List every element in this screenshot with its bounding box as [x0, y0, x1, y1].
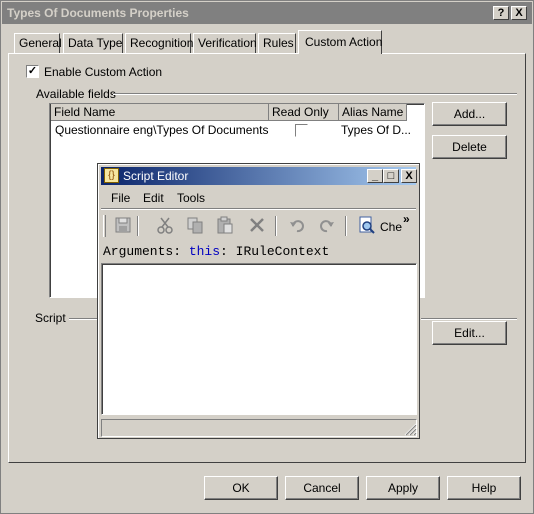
edit-script-button[interactable]: Edit... — [432, 321, 507, 345]
check-button-label[interactable]: Che — [380, 220, 402, 234]
title-bar[interactable]: Types Of Documents Properties ? X — [2, 2, 532, 24]
enable-custom-action-label: Enable Custom Action — [44, 65, 163, 79]
menu-separator — [101, 208, 416, 210]
script-editor-window: {} Script Editor _ □ X File Edit Tools C… — [97, 163, 420, 439]
enable-custom-action-checkbox[interactable]: ✓ — [26, 65, 39, 78]
apply-button[interactable]: Apply — [366, 476, 440, 500]
this-keyword: this — [188, 244, 221, 259]
script-editor-title: Script Editor — [123, 169, 189, 183]
argument-type: : IRuleContext — [220, 244, 330, 259]
script-editor-app-icon: {} — [104, 168, 119, 183]
toolbar-grip[interactable] — [103, 215, 106, 237]
redo-icon[interactable] — [317, 216, 337, 236]
tab-verification[interactable]: Verification — [193, 33, 257, 53]
paste-icon[interactable] — [215, 216, 235, 236]
help-title-button[interactable]: ? — [493, 6, 509, 20]
code-editor[interactable] — [101, 263, 417, 415]
delete-button[interactable]: Delete — [432, 135, 507, 159]
check-syntax-icon[interactable] — [357, 216, 377, 236]
close-editor-button[interactable]: X — [401, 169, 417, 183]
script-separator-right — [421, 318, 517, 320]
tab-custom-action[interactable]: Custom Action — [298, 30, 382, 54]
column-header-alias-name[interactable]: Alias Name — [339, 104, 407, 121]
menu-edit[interactable]: Edit — [143, 191, 164, 205]
script-signature: Arguments: this: IRuleContext — [103, 244, 329, 259]
close-title-button[interactable]: X — [511, 6, 527, 20]
delete-icon[interactable] — [247, 216, 267, 236]
cancel-button[interactable]: Cancel — [285, 476, 359, 500]
copy-icon[interactable] — [185, 216, 205, 236]
toolbar-overflow-icon[interactable]: » — [403, 212, 410, 226]
column-header-field-name[interactable]: Field Name — [51, 104, 269, 121]
resize-grip-icon[interactable] — [403, 422, 417, 436]
menu-tools[interactable]: Tools — [177, 191, 205, 205]
ok-button[interactable]: OK — [204, 476, 278, 500]
script-separator — [69, 318, 99, 320]
menu-file[interactable]: File — [111, 191, 130, 205]
script-label: Script — [35, 311, 66, 325]
tab-rules[interactable]: Rules — [258, 33, 296, 53]
help-button[interactable]: Help — [447, 476, 521, 500]
read-only-checkbox[interactable] — [295, 124, 308, 137]
undo-icon[interactable] — [287, 216, 307, 236]
column-header-read-only[interactable]: Read Only — [269, 104, 339, 121]
tab-recognition[interactable]: Recognition — [125, 33, 193, 53]
window-title: Types Of Documents Properties — [7, 6, 189, 20]
available-fields-separator — [113, 93, 517, 95]
save-icon[interactable] — [113, 216, 133, 236]
toolbar-separator — [137, 216, 139, 236]
toolbar: Che » — [101, 212, 416, 240]
toolbar-separator — [345, 216, 347, 236]
cut-icon[interactable] — [155, 216, 175, 236]
tab-general[interactable]: General — [14, 33, 62, 53]
alias-name-cell: Types Of D... — [341, 123, 412, 137]
toolbar-separator — [275, 216, 277, 236]
table-row[interactable]: Questionnaire eng\Types Of Documents Typ… — [51, 122, 411, 138]
maximize-button[interactable]: □ — [383, 169, 399, 183]
status-bar — [101, 419, 417, 437]
available-fields-label: Available fields — [36, 87, 116, 101]
arguments-keyword: Arguments: — [103, 244, 182, 259]
field-name-cell: Questionnaire eng\Types Of Documents — [55, 123, 269, 137]
script-editor-title-bar[interactable]: {} Script Editor _ □ X — [101, 167, 417, 185]
minimize-button[interactable]: _ — [367, 169, 383, 183]
tab-data-type[interactable]: Data Type — [63, 33, 123, 53]
add-button[interactable]: Add... — [432, 102, 507, 126]
